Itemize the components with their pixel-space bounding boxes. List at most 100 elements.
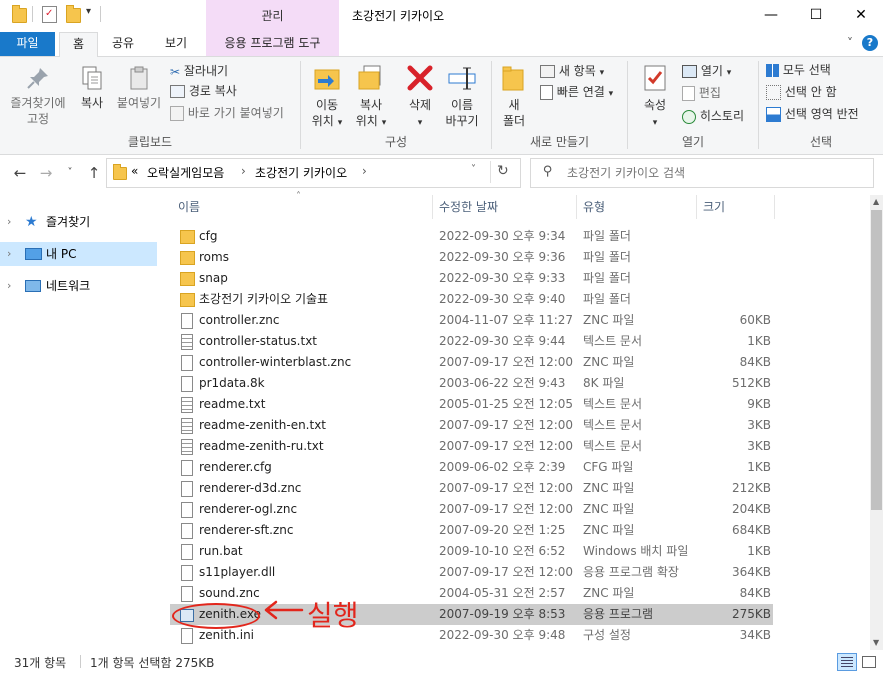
sidebar-item-quick-access[interactable]: › ★ 즐겨찾기 bbox=[0, 210, 157, 234]
address-dropdown-icon[interactable]: ˅ bbox=[471, 164, 476, 175]
customize-quick-access-icon[interactable]: ▾ bbox=[86, 6, 91, 17]
search-box[interactable]: ⚲ bbox=[530, 158, 874, 188]
new-group-label: 새로 만들기 bbox=[529, 135, 589, 149]
table-row[interactable]: renderer-sft.znc 2007-09-20 오전 1:25 ZNC 파일… bbox=[170, 520, 773, 541]
rename-button[interactable]: 이름 바꾸기 bbox=[442, 63, 482, 129]
large-icons-view-icon[interactable] bbox=[860, 653, 876, 669]
table-row[interactable]: pr1data.8k 2003-06-22 오전 9:43 8K 파일 512KB bbox=[170, 373, 773, 394]
table-row[interactable]: zenith.exe 2007-09-19 오후 8:53 응용 프로그램 275KB bbox=[170, 604, 773, 625]
table-row[interactable]: renderer.cfg 2009-06-02 오후 2:39 CFG 파일 1KB bbox=[170, 457, 773, 478]
ribbon-expand-icon[interactable]: ˅ bbox=[843, 32, 857, 56]
up-button[interactable]: ↑ bbox=[84, 163, 104, 183]
tab-home[interactable]: 홈 bbox=[59, 32, 98, 58]
table-row[interactable]: readme.txt 2005-01-25 오전 12:05 텍스트 문서 9KB bbox=[170, 394, 773, 415]
chevron-right-icon[interactable]: › bbox=[7, 242, 11, 266]
details-view-icon[interactable] bbox=[837, 653, 857, 671]
pin-to-quick-access-button[interactable]: 즐겨찾기에 고정 bbox=[4, 65, 72, 127]
column-divider[interactable] bbox=[696, 195, 697, 219]
rename-label1: 이름 bbox=[450, 98, 474, 112]
copy-path-button[interactable]: 경로 복사 bbox=[170, 81, 237, 101]
address-bar[interactable]: « 오락실게임모음 › 초강전기 키카이오 › ˅ ↻ bbox=[106, 158, 521, 188]
new-folder-button[interactable]: 새 폴더 bbox=[496, 63, 532, 129]
back-button[interactable]: ← bbox=[10, 163, 30, 183]
select-all-button[interactable]: 모두 선택 bbox=[766, 60, 831, 80]
table-row[interactable]: 초강전기 키카이오 기술표 2022-09-30 오후 9:40 파일 폴더 bbox=[170, 289, 773, 310]
table-row[interactable]: zenith.ini 2022-09-30 오후 9:48 구성 설정 34KB bbox=[170, 625, 773, 646]
scroll-down-arrow-icon[interactable]: ▼ bbox=[873, 638, 879, 647]
select-all-label: 모두 선택 bbox=[782, 63, 831, 77]
table-row[interactable]: snap 2022-09-30 오후 9:33 파일 폴더 bbox=[170, 268, 773, 289]
paste-button[interactable]: 붙여넣기 bbox=[114, 65, 164, 111]
table-row[interactable]: readme-zenith-ru.txt 2007-09-17 오전 12:00 텍… bbox=[170, 436, 773, 457]
new-item-button[interactable]: 새 항목 ▾ bbox=[540, 61, 604, 81]
table-row[interactable]: cfg 2022-09-30 오후 9:34 파일 폴더 bbox=[170, 226, 773, 247]
chevron-right-icon[interactable]: › bbox=[7, 210, 11, 234]
delete-button[interactable]: 삭제 ▾ bbox=[400, 63, 440, 131]
open-button[interactable]: 열기 ▾ bbox=[682, 61, 731, 81]
maximize-button[interactable]: ☐ bbox=[793, 0, 839, 32]
network-icon bbox=[25, 280, 41, 292]
history-button[interactable]: 히스토리 bbox=[682, 106, 744, 126]
properties-button[interactable]: 속성 ▾ bbox=[634, 63, 676, 131]
column-divider[interactable] bbox=[576, 195, 577, 219]
manage-tab-label[interactable]: 관리 bbox=[206, 0, 339, 32]
column-divider[interactable] bbox=[774, 195, 775, 219]
sidebar-item-this-pc[interactable]: › 내 PC bbox=[0, 242, 157, 266]
table-row[interactable]: renderer-d3d.znc 2007-09-17 오전 12:00 ZNC 파… bbox=[170, 478, 773, 499]
tab-view[interactable]: 보기 bbox=[156, 32, 196, 56]
breadcrumb-item[interactable]: 오락실게임모음 bbox=[147, 164, 224, 181]
column-header-type[interactable]: 유형 bbox=[583, 195, 605, 219]
file-type: ZNC 파일 bbox=[583, 355, 635, 369]
paste-shortcut-button[interactable]: 바로 가기 붙여넣기 bbox=[170, 103, 284, 123]
pin-label-line2: 고정 bbox=[26, 112, 50, 126]
breadcrumb-separator[interactable]: › bbox=[241, 164, 246, 178]
copy-button[interactable]: 복사 bbox=[74, 65, 110, 111]
column-header-modified[interactable]: 수정한 날짜 bbox=[439, 195, 498, 219]
edit-button[interactable]: 편집 bbox=[682, 83, 721, 103]
column-header-size[interactable]: 크기 bbox=[703, 195, 725, 219]
forward-button[interactable]: → bbox=[36, 163, 56, 183]
breadcrumb-separator[interactable]: › bbox=[362, 164, 367, 178]
scrollbar-thumb[interactable] bbox=[871, 210, 882, 510]
table-row[interactable]: renderer-ogl.znc 2007-09-17 오전 12:00 ZNC 파… bbox=[170, 499, 773, 520]
paste-shortcut-label: 바로 가기 붙여넣기 bbox=[187, 106, 284, 120]
file-date: 2022-09-30 오후 9:36 bbox=[439, 250, 566, 264]
copy-to-button[interactable]: 복사 위치 ▾ bbox=[350, 63, 392, 131]
recent-locations-button[interactable]: ˅ bbox=[60, 163, 80, 183]
table-row[interactable]: run.bat 2009-10-10 오전 6:52 Windows 배치 파일 1K… bbox=[170, 541, 773, 562]
move-to-button[interactable]: 이동 위치 ▾ bbox=[306, 63, 348, 131]
minimize-button[interactable]: — bbox=[748, 0, 794, 32]
search-input[interactable] bbox=[565, 162, 859, 184]
breadcrumb-overflow[interactable]: « bbox=[131, 164, 138, 178]
table-row[interactable]: controller.znc 2004-11-07 오후 11:27 ZNC 파일 6… bbox=[170, 310, 773, 331]
new-folder-icon[interactable] bbox=[66, 5, 81, 23]
select-group-label: 선택 bbox=[809, 135, 833, 149]
cut-button[interactable]: ✂ 잘라내기 bbox=[170, 61, 228, 81]
table-row[interactable]: s11player.dll 2007-09-17 오전 12:00 응용 프로그램 … bbox=[170, 562, 773, 583]
invert-selection-button[interactable]: 선택 영역 반전 bbox=[766, 104, 859, 124]
close-button[interactable]: ✕ bbox=[838, 0, 883, 32]
column-header-name[interactable]: 이름 bbox=[178, 195, 200, 219]
table-row[interactable]: sound.znc 2004-05-31 오전 2:57 ZNC 파일 84KB bbox=[170, 583, 773, 604]
easy-access-button[interactable]: 빠른 연결 ▾ bbox=[540, 82, 613, 102]
breadcrumb-item[interactable]: 초강전기 키카이오 bbox=[255, 164, 347, 181]
file-name: pr1data.8k bbox=[199, 376, 265, 390]
properties-icon[interactable]: ✓ bbox=[42, 6, 57, 23]
tab-file[interactable]: 파일 bbox=[0, 32, 55, 56]
table-row[interactable]: controller-status.txt 2022-09-30 오후 9:44 텍… bbox=[170, 331, 773, 352]
tab-app-tools[interactable]: 응용 프로그램 도구 bbox=[206, 32, 339, 56]
sidebar-item-network[interactable]: › 네트워크 bbox=[0, 274, 157, 298]
scroll-up-arrow-icon[interactable]: ▲ bbox=[873, 197, 879, 206]
help-icon[interactable]: ? bbox=[862, 35, 878, 51]
text-file-icon bbox=[181, 334, 193, 350]
text-file-icon bbox=[181, 418, 193, 434]
column-divider[interactable] bbox=[432, 195, 433, 219]
table-row[interactable]: readme-zenith-en.txt 2007-09-17 오전 12:00 텍… bbox=[170, 415, 773, 436]
refresh-button[interactable]: ↻ bbox=[497, 163, 509, 179]
select-none-button[interactable]: 선택 안 함 bbox=[766, 82, 837, 102]
table-row[interactable]: roms 2022-09-30 오후 9:36 파일 폴더 bbox=[170, 247, 773, 268]
file-size: 9KB bbox=[747, 397, 771, 411]
chevron-right-icon[interactable]: › bbox=[7, 274, 11, 298]
table-row[interactable]: controller-winterblast.znc 2007-09-17 오전 … bbox=[170, 352, 773, 373]
tab-share[interactable]: 공유 bbox=[103, 32, 143, 56]
